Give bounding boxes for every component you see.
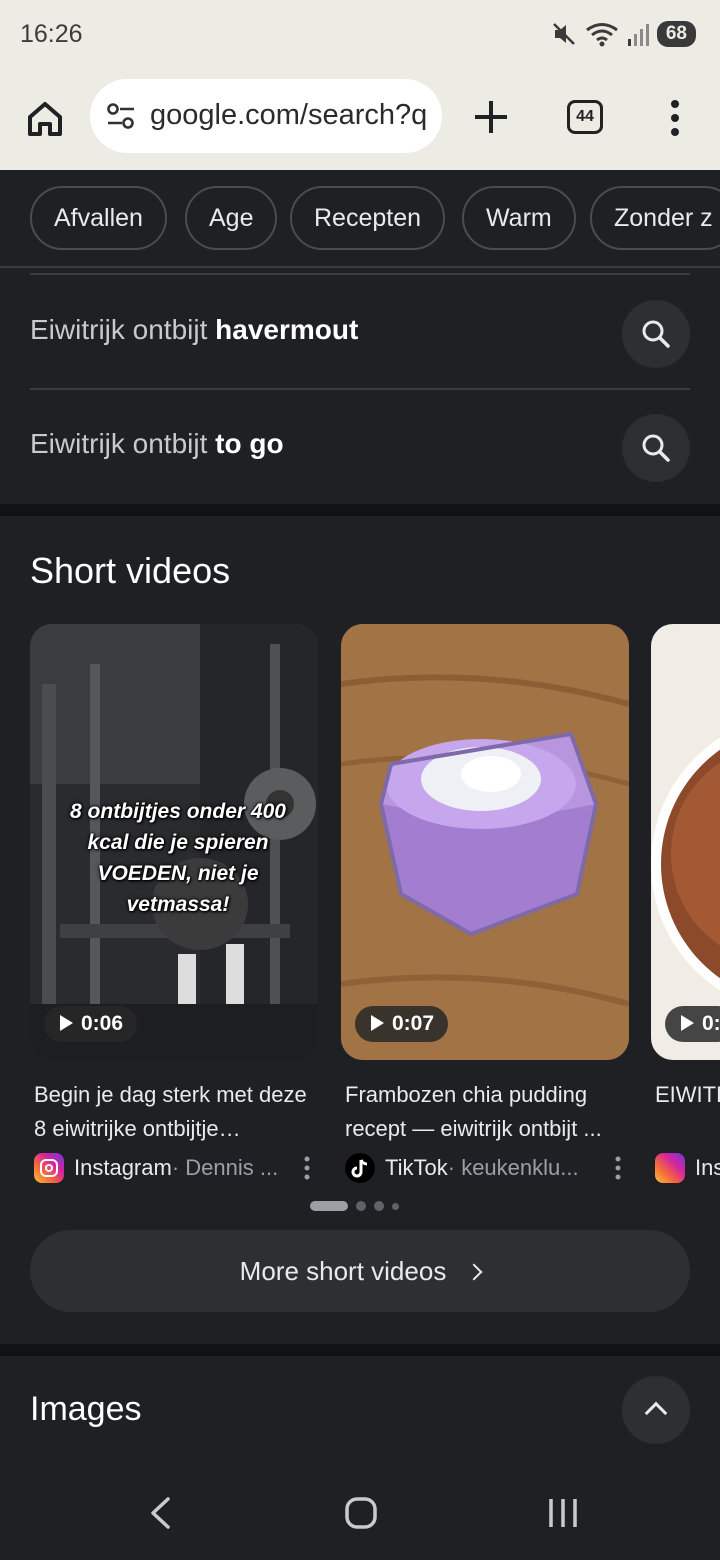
video-source: TikTok · keukenklu... [341, 1152, 629, 1184]
chips-divider [0, 266, 720, 268]
collapse-images-button[interactable] [622, 1376, 690, 1444]
chip-afvallen[interactable]: Afvallen [30, 186, 167, 250]
source-author: · keukenklu... [447, 1155, 579, 1180]
system-nav-bar [0, 1460, 720, 1560]
video-title[interactable]: EIWITR RECEP [651, 1078, 720, 1146]
search-icon [642, 320, 670, 348]
video-card[interactable]: 0:07 Frambozen chia pudding recept — eiw… [341, 624, 629, 1184]
section-separator [0, 1344, 720, 1356]
more-options-icon[interactable] [615, 1156, 621, 1180]
recents-icon[interactable] [546, 1496, 580, 1530]
more-short-videos-button[interactable]: More short videos [30, 1230, 690, 1312]
suggestion-search-button[interactable] [622, 414, 690, 482]
carousel-pager [310, 1200, 399, 1212]
pager-dot [356, 1201, 366, 1211]
instagram-icon [34, 1153, 64, 1183]
tiktok-icon [345, 1153, 375, 1183]
short-videos-heading: Short videos [30, 550, 231, 591]
more-short-videos-label: More short videos [239, 1256, 447, 1286]
play-icon [681, 1015, 694, 1031]
home-nav-icon[interactable] [344, 1496, 378, 1530]
chip-recepten[interactable]: Recepten [290, 186, 446, 250]
chip-zonder[interactable]: Zonder z [590, 186, 720, 250]
site-settings-icon[interactable] [106, 102, 136, 130]
short-videos-carousel: 8 ontbijtjes onder 400 kcal die je spier… [0, 624, 720, 1204]
related-search-to-go[interactable]: Eiwitrijk ontbijt to go [30, 390, 690, 500]
url-text: google.com/search?q [150, 99, 428, 131]
wifi-icon [585, 23, 618, 47]
source-author: · Dennis ... [171, 1155, 279, 1180]
more-menu-icon[interactable] [664, 98, 686, 138]
more-options-icon[interactable] [304, 1156, 310, 1180]
suggest-top-divider [30, 273, 690, 275]
instagram-icon [655, 1153, 685, 1183]
signal-icon [627, 24, 649, 46]
source-name: Ins [695, 1155, 720, 1180]
pager-dot [374, 1201, 384, 1211]
video-duration: 0:06 [44, 1006, 138, 1042]
tab-switcher-button[interactable]: 44 [567, 100, 603, 134]
chevron-up-icon [644, 1401, 668, 1425]
pudding-thumbnail-image [341, 624, 629, 1060]
recipe-thumbnail-image [651, 624, 720, 1060]
source-name: Instagram [74, 1155, 172, 1180]
address-bar[interactable]: google.com/search?q [90, 79, 442, 153]
suggestion-text: Eiwitrijk ontbijt havermout [30, 314, 359, 345]
video-title[interactable]: Frambozen chia pudding recept — eiwitrij… [341, 1078, 629, 1146]
video-title[interactable]: Begin je dag sterk met deze 8 eiwitrijke… [30, 1078, 318, 1146]
source-name: TikTok [385, 1155, 448, 1180]
section-separator [0, 504, 720, 516]
play-icon [60, 1015, 73, 1031]
images-heading: Images [30, 1390, 142, 1428]
chip-warm[interactable]: Warm [462, 186, 576, 250]
pager-dot [392, 1202, 399, 1210]
play-icon [371, 1015, 384, 1031]
chip-age[interactable]: Age [185, 186, 278, 250]
video-duration: 0:07 [355, 1006, 449, 1042]
chevron-right-icon [465, 1263, 483, 1281]
suggestion-text: Eiwitrijk ontbijt to go [30, 428, 284, 459]
pager-dot-active [310, 1201, 348, 1211]
suggestion-search-button[interactable] [622, 300, 690, 368]
battery-indicator: 68 [656, 21, 696, 47]
search-icon [642, 434, 670, 462]
video-thumbnail[interactable]: 8 ontbijtjes onder 400 kcal die je spier… [30, 624, 318, 1060]
filter-chips: Afvallen Age Recepten Warm Zonder z [0, 170, 720, 266]
status-bar: 16:26 68 [0, 0, 720, 68]
mute-icon [552, 23, 575, 45]
browser-toolbar: google.com/search?q 44 [0, 68, 720, 170]
new-tab-icon[interactable] [472, 98, 510, 136]
back-icon[interactable] [146, 1496, 174, 1530]
video-thumbnail[interactable]: 0: [651, 624, 720, 1060]
video-card[interactable]: 0: EIWITR RECEP Ins [651, 624, 720, 1184]
related-search-havermout[interactable]: Eiwitrijk ontbijt havermout [30, 276, 690, 386]
status-icons: 68 [551, 19, 696, 49]
video-overlay-caption: 8 ontbijtjes onder 400 kcal die je spier… [70, 800, 286, 916]
home-icon[interactable] [24, 98, 66, 140]
video-source: Instagram · Dennis ... [30, 1152, 318, 1184]
video-source: Ins [651, 1152, 720, 1184]
video-card[interactable]: 8 ontbijtjes onder 400 kcal die je spier… [30, 624, 318, 1184]
video-thumbnail[interactable]: 0:07 [341, 624, 629, 1060]
video-duration: 0: [665, 1006, 720, 1042]
status-time: 16:26 [20, 20, 83, 48]
